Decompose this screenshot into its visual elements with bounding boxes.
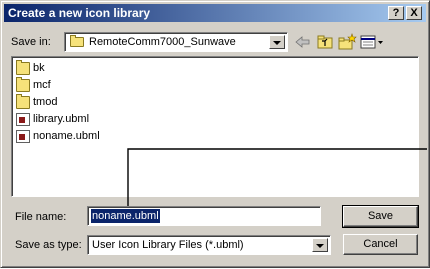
cancel-button[interactable]: Cancel <box>343 234 418 255</box>
save-as-type-dropdown-button[interactable] <box>312 238 328 252</box>
save-button[interactable]: Save <box>342 205 419 228</box>
list-item-label: noname.ubml <box>33 130 100 142</box>
close-button[interactable]: X <box>406 6 422 20</box>
title-bar[interactable]: Create a new icon library ? X <box>4 4 426 22</box>
save-in-label: Save in: <box>11 36 51 48</box>
save-in-dropdown-button[interactable] <box>269 35 285 49</box>
folder-icon <box>70 35 84 47</box>
new-folder-icon[interactable] <box>337 33 357 51</box>
help-button[interactable]: ? <box>388 6 404 20</box>
save-as-type-dropdown[interactable]: User Icon Library Files (*.ubml) <box>87 235 331 255</box>
list-item-label: mcf <box>33 79 51 91</box>
file-list[interactable]: bk mcf tmod library.ubml noname.ubml <box>11 56 419 197</box>
back-arrow-icon[interactable] <box>293 33 313 51</box>
folder-icon <box>16 60 30 75</box>
list-item-label: library.ubml <box>33 113 90 125</box>
chevron-down-icon <box>273 41 281 45</box>
folder-icon <box>16 94 30 109</box>
library-file-icon <box>16 113 30 126</box>
view-menu-icon[interactable] <box>359 33 385 51</box>
save-in-dropdown[interactable]: RemoteComm7000_Sunwave <box>64 32 288 52</box>
file-name-label: File name: <box>15 211 67 223</box>
folder-icon <box>16 77 30 92</box>
library-file-icon <box>16 130 30 143</box>
file-name-value: noname.ubml <box>91 209 160 223</box>
list-item-label: tmod <box>33 96 58 108</box>
create-icon-library-dialog: Create a new icon library ? X Save in: R… <box>0 0 430 268</box>
chevron-down-icon <box>316 244 324 248</box>
list-item-label: bk <box>33 62 45 74</box>
save-as-type-label: Save as type: <box>15 239 82 251</box>
save-as-type-value: User Icon Library Files (*.ubml) <box>92 239 244 251</box>
up-one-level-icon[interactable] <box>315 33 335 51</box>
dialog-title: Create a new icon library <box>8 6 151 20</box>
save-in-value: RemoteComm7000_Sunwave <box>89 36 236 48</box>
file-name-input[interactable]: noname.ubml <box>87 206 321 226</box>
